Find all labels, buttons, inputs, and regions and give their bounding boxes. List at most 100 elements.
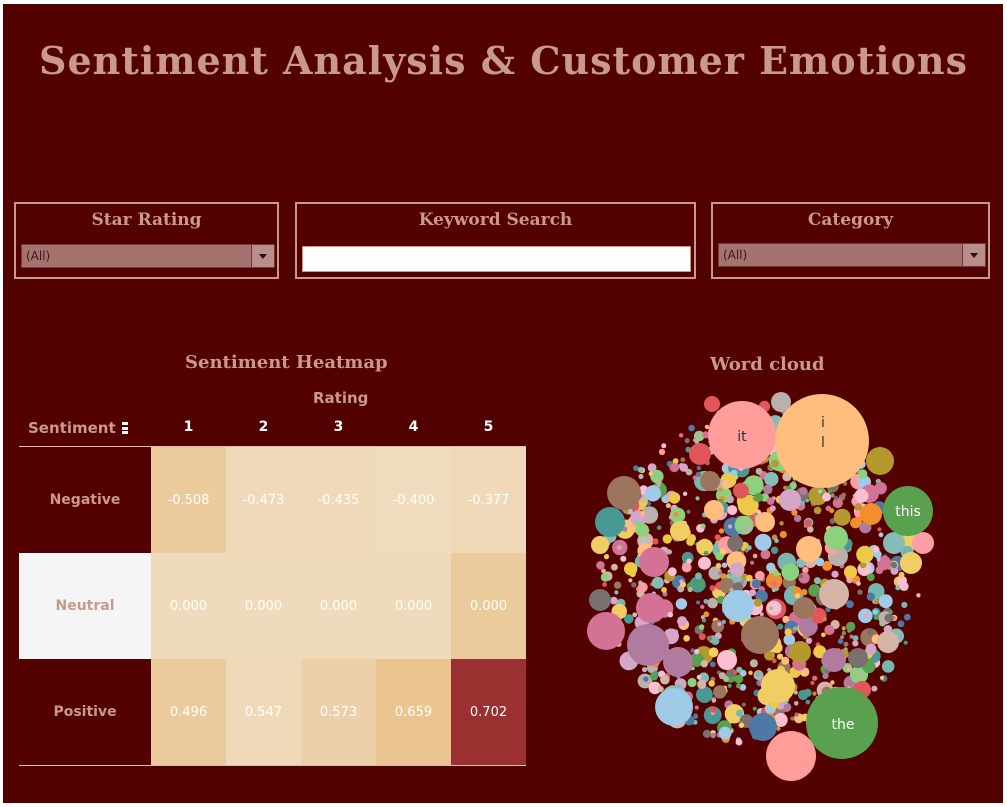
word-bubble[interactable] xyxy=(656,525,662,530)
word-bubble[interactable] xyxy=(804,519,812,527)
word-bubble[interactable] xyxy=(711,698,717,703)
word-bubble[interactable] xyxy=(687,586,693,593)
word-bubble[interactable] xyxy=(667,567,677,577)
word-bubble[interactable] xyxy=(860,503,882,525)
word-bubble[interactable] xyxy=(718,528,725,534)
word-bubble[interactable] xyxy=(884,613,894,623)
word-bubble[interactable] xyxy=(766,562,776,572)
word-bubble[interactable] xyxy=(668,514,675,520)
word-bubble[interactable] xyxy=(866,447,894,475)
word-bubble[interactable] xyxy=(708,647,719,658)
word-bubble[interactable] xyxy=(668,492,681,504)
word-bubble[interactable] xyxy=(903,640,908,645)
word-bubble[interactable] xyxy=(755,512,775,532)
word-bubble[interactable] xyxy=(774,538,779,543)
word-bubble[interactable] xyxy=(721,479,731,489)
word-bubble[interactable] xyxy=(825,505,832,512)
word-bubble[interactable] xyxy=(672,458,679,464)
word-bubble[interactable] xyxy=(700,523,706,529)
word-bubble[interactable] xyxy=(727,683,732,688)
word-bubble[interactable] xyxy=(718,487,723,492)
word-bubble[interactable] xyxy=(805,699,811,705)
word-bubble[interactable] xyxy=(652,538,659,545)
word-bubble[interactable] xyxy=(766,731,816,781)
word-bubble[interactable] xyxy=(738,722,745,728)
word-bubble[interactable] xyxy=(665,503,671,509)
word-bubble[interactable] xyxy=(822,492,832,502)
word-bubble[interactable] xyxy=(857,589,863,595)
word-bubble[interactable] xyxy=(718,726,732,740)
word-bubble[interactable] xyxy=(694,705,699,710)
word-bubble[interactable] xyxy=(698,633,706,641)
word-bubble[interactable] xyxy=(726,573,731,579)
word-bubble[interactable] xyxy=(749,659,759,668)
word-bubble[interactable] xyxy=(890,561,898,569)
word-bubble[interactable] xyxy=(628,578,633,583)
word-bubble[interactable] xyxy=(727,524,733,529)
word-bubble[interactable] xyxy=(766,497,775,505)
word-bubble[interactable] xyxy=(643,676,649,682)
word-bubble[interactable] xyxy=(670,463,679,472)
word-bubble[interactable] xyxy=(611,563,618,571)
word-bubble[interactable] xyxy=(603,554,610,560)
word-bubble[interactable] xyxy=(678,433,684,438)
word-bubble[interactable] xyxy=(696,674,702,680)
word-bubble[interactable] xyxy=(846,621,856,632)
word-bubble[interactable] xyxy=(680,457,686,463)
word-bubble[interactable] xyxy=(632,612,638,618)
word-bubble[interactable] xyxy=(752,706,757,711)
word-bubble[interactable] xyxy=(727,535,744,552)
word-bubble[interactable] xyxy=(693,713,698,719)
word-bubble[interactable] xyxy=(635,521,642,528)
word-bubble[interactable] xyxy=(755,671,762,678)
word-bubble[interactable] xyxy=(721,619,726,624)
word-bubble[interactable] xyxy=(864,613,869,619)
word-bubble[interactable] xyxy=(876,557,881,562)
word-bubble[interactable] xyxy=(770,546,779,554)
word-bubble[interactable] xyxy=(750,560,755,565)
word-bubble[interactable] xyxy=(703,550,709,556)
word-bubble[interactable] xyxy=(748,670,753,675)
word-bubble[interactable] xyxy=(721,562,728,568)
word-bubble[interactable] xyxy=(854,488,869,503)
word-bubble[interactable] xyxy=(796,536,822,562)
word-bubble[interactable] xyxy=(704,424,710,430)
word-bubble[interactable] xyxy=(687,677,697,688)
word-bubble[interactable] xyxy=(684,438,690,444)
word-bubble[interactable] xyxy=(841,630,846,636)
word-bubble[interactable] xyxy=(852,635,859,642)
word-bubble[interactable] xyxy=(898,571,905,578)
word-bubble[interactable] xyxy=(873,614,879,620)
word-bubble[interactable] xyxy=(801,589,808,596)
word-bubble[interactable] xyxy=(901,601,908,609)
word-bubble[interactable] xyxy=(877,527,882,532)
word-bubble[interactable] xyxy=(719,548,727,555)
word-bubble[interactable] xyxy=(822,648,846,672)
word-bubble[interactable] xyxy=(696,432,702,438)
word-bubble[interactable] xyxy=(695,572,702,580)
word-bubble[interactable] xyxy=(794,592,801,599)
word-bubble[interactable] xyxy=(610,596,618,605)
word-bubble[interactable] xyxy=(824,624,835,636)
word-bubble[interactable] xyxy=(793,514,802,523)
word-bubble[interactable] xyxy=(840,635,845,640)
word-bubble[interactable] xyxy=(843,565,858,579)
word-bubble[interactable] xyxy=(824,526,848,550)
word-bubble[interactable] xyxy=(766,600,782,616)
word-bubble[interactable] xyxy=(832,497,843,509)
word-bubble[interactable] xyxy=(709,661,716,668)
word-bubble[interactable] xyxy=(692,475,697,480)
word-bubble[interactable] xyxy=(781,563,800,581)
word-bubble[interactable] xyxy=(683,635,690,642)
word-bubble[interactable] xyxy=(660,483,665,488)
word-bubble[interactable] xyxy=(698,624,705,630)
word-bubble[interactable] xyxy=(764,472,779,487)
word-bubble[interactable] xyxy=(793,626,798,631)
word-bubble[interactable] xyxy=(709,585,716,591)
word-bubble[interactable] xyxy=(743,524,751,533)
word-bubble[interactable] xyxy=(700,660,708,668)
word-bubble[interactable] xyxy=(763,484,773,495)
word-bubble[interactable] xyxy=(708,680,715,687)
word-bubble[interactable] xyxy=(735,738,743,746)
word-bubble[interactable] xyxy=(813,506,822,515)
